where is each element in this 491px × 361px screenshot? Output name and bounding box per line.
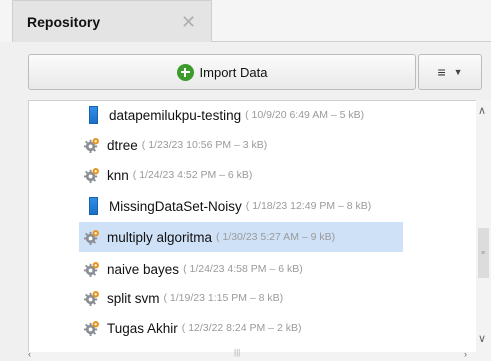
tab-title: Repository: [27, 13, 101, 30]
item-name: multiply algoritma: [107, 229, 213, 245]
list-item[interactable]: knn( 1/24/23 4:52 PM – 6 kB): [83, 160, 252, 190]
scroll-up-icon[interactable]: ∧: [478, 104, 486, 117]
hamburger-icon: ≡: [437, 64, 446, 80]
import-data-button[interactable]: Import Data: [28, 54, 416, 90]
list-item[interactable]: datapemilukpu-testing( 10/9/20 6:49 AM –…: [85, 101, 365, 130]
process-gear-icon: [83, 320, 100, 337]
horizontal-grip-icon: |||: [234, 348, 241, 357]
process-gear-icon: [83, 167, 100, 184]
item-meta: ( 1/24/23 4:52 PM – 6 kB): [132, 169, 253, 181]
item-meta: ( 1/23/23 10:56 PM – 3 kB): [141, 139, 268, 151]
process-gear-icon: [83, 229, 100, 246]
item-meta: ( 1/18/23 12:49 PM – 8 kB): [245, 200, 372, 212]
chevron-down-icon: ▼: [453, 67, 463, 77]
item-name: datapemilukpu-testing: [109, 107, 242, 123]
vertical-scrollbar[interactable]: ∧ ≡ ∨: [476, 100, 491, 361]
item-name: dtree: [107, 137, 138, 153]
process-gear-icon: [83, 290, 100, 307]
item-name: knn: [107, 167, 129, 183]
item-meta: ( 1/24/23 4:58 PM – 6 kB): [183, 263, 303, 275]
tab-repository[interactable]: Repository ✕: [12, 0, 212, 42]
process-gear-icon: [83, 137, 100, 154]
vertical-scroll-thumb[interactable]: ≡: [478, 228, 489, 278]
data-icon: [89, 106, 98, 124]
process-gear-icon: [83, 261, 100, 278]
import-data-label: Import Data: [199, 64, 268, 80]
item-meta: ( 12/3/22 8:24 PM – 2 kB): [181, 322, 302, 334]
item-meta: ( 10/9/20 6:49 AM – 5 kB): [245, 109, 365, 121]
data-icon: [89, 197, 98, 215]
horizontal-scrollbar[interactable]: ‹ ||| ›: [28, 348, 476, 361]
item-name: split svm: [107, 290, 160, 306]
scroll-right-icon[interactable]: ›: [464, 349, 467, 359]
grip-icon: ≡: [481, 250, 486, 257]
item-meta: ( 1/19/23 1:15 PM – 8 kB): [163, 292, 284, 304]
item-name: naive bayes: [107, 261, 180, 277]
options-menu-button[interactable]: ≡ ▼: [418, 54, 482, 90]
tab-bar: Repository ✕: [0, 0, 491, 42]
item-name: MissingDataSet-Noisy: [109, 198, 242, 214]
item-name: Tugas Akhir: [107, 320, 178, 336]
toolbar: Import Data ≡ ▼: [0, 42, 491, 100]
list-item[interactable]: Tugas Akhir( 12/3/22 8:24 PM – 2 kB): [83, 313, 301, 343]
list-item[interactable]: naive bayes( 1/24/23 4:58 PM – 6 kB): [83, 254, 303, 284]
item-meta: ( 1/30/23 5:27 AM – 9 kB): [216, 231, 336, 243]
list-item[interactable]: MissingDataSet-Noisy( 1/18/23 12:49 PM –…: [85, 191, 371, 221]
list-item[interactable]: dtree( 1/23/23 10:56 PM – 3 kB): [83, 130, 267, 160]
repository-list: datapemilukpu-testing( 10/9/20 6:49 AM –…: [28, 100, 478, 361]
scroll-left-icon[interactable]: ‹: [28, 349, 31, 359]
plus-circle-icon: [176, 63, 194, 81]
list-item[interactable]: split svm( 1/19/23 1:15 PM – 8 kB): [83, 283, 283, 313]
list-item[interactable]: multiply algoritma( 1/30/23 5:27 AM – 9 …: [79, 222, 403, 252]
scroll-down-icon[interactable]: ∨: [478, 332, 486, 345]
close-icon[interactable]: ✕: [181, 13, 196, 31]
